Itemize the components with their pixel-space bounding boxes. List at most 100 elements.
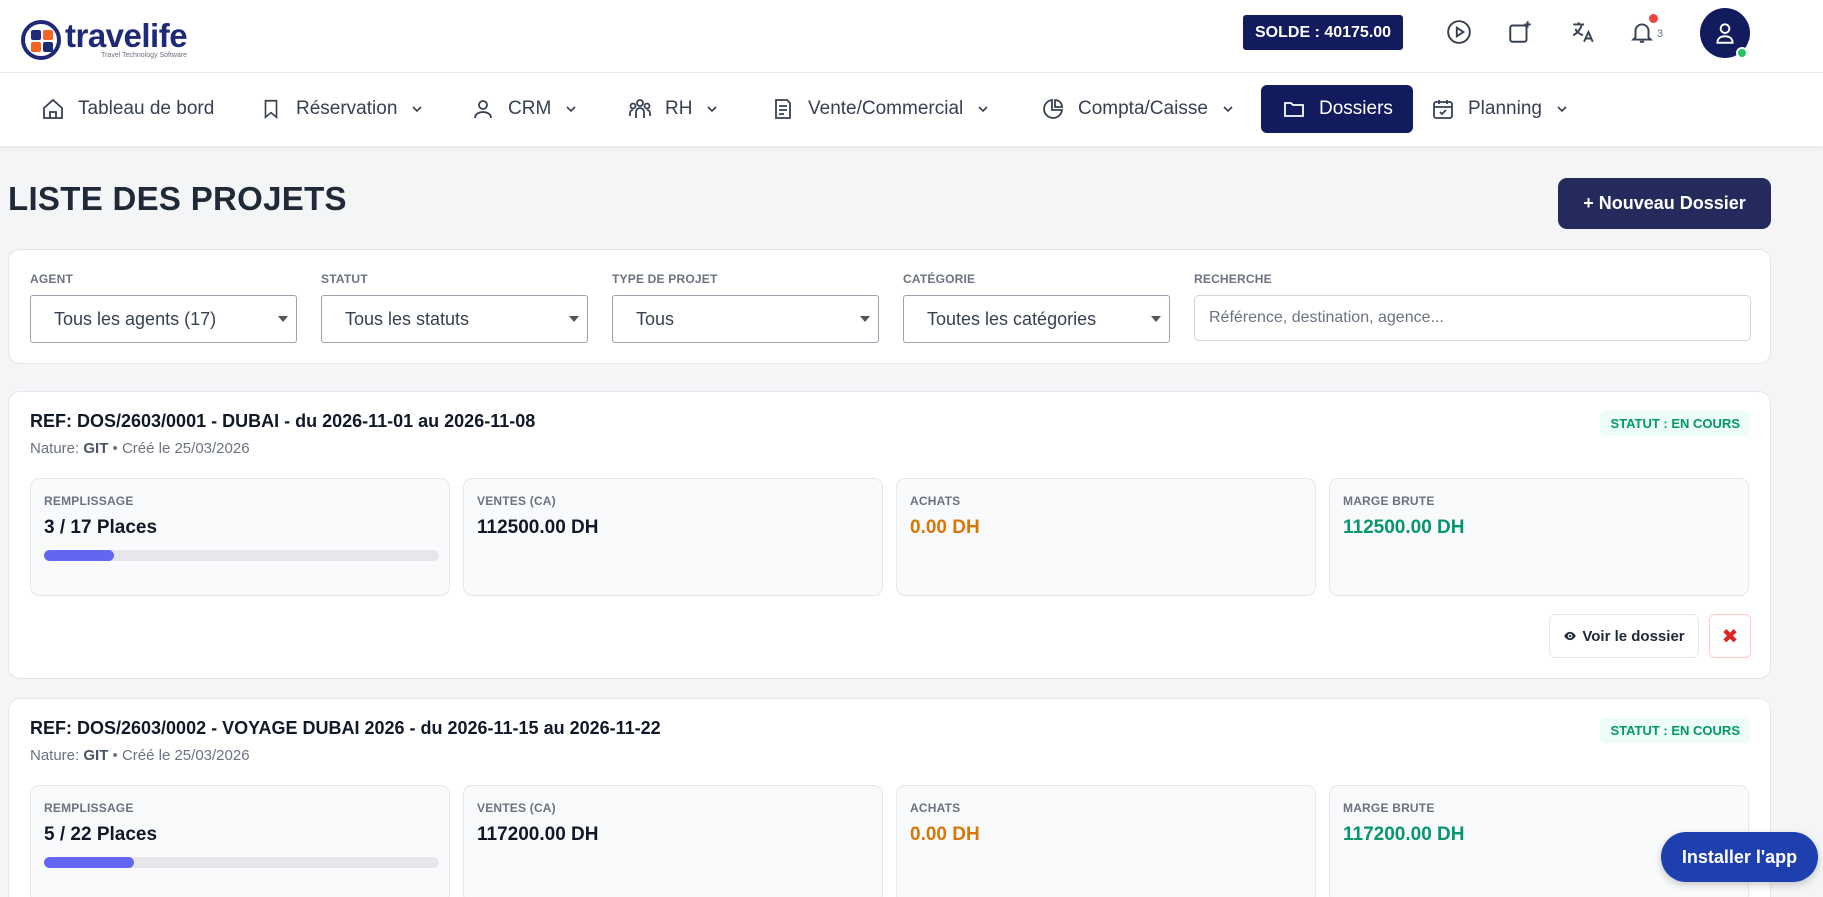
travelife-logo[interactable]: travelife Travel Technology Software bbox=[21, 17, 188, 60]
filter-statut: STATUT Tous les statuts bbox=[321, 272, 588, 343]
nav-label: Tableau de bord bbox=[78, 98, 215, 119]
nature-label: Nature: bbox=[30, 747, 84, 764]
nature-label: Nature: bbox=[30, 440, 84, 457]
chevron-down-icon bbox=[704, 101, 720, 117]
created-date: • Créé le 25/03/2026 bbox=[108, 747, 250, 764]
progress-fill bbox=[44, 550, 114, 561]
remplissage-value: 3 / 17 Places bbox=[44, 517, 158, 538]
nav-tableau-de-bord[interactable]: Tableau de bord bbox=[40, 85, 214, 133]
close-icon: ✖ bbox=[1721, 625, 1739, 648]
nav-label: Dossiers bbox=[1319, 98, 1393, 119]
agent-select[interactable]: Tous les agents (17) bbox=[30, 295, 297, 343]
solde-badge: SOLDE : 40175.00 bbox=[1243, 15, 1404, 50]
marge-card: MARGE BRUTE 112500.00 DH bbox=[1329, 478, 1749, 596]
project-title: REF: DOS/2603/0001 - DUBAI - du 2026-11-… bbox=[30, 411, 536, 431]
remplissage-progress bbox=[44, 550, 439, 561]
nav-compta-caisse[interactable]: Compta/Caisse bbox=[1040, 85, 1236, 133]
logo-mark-icon bbox=[21, 20, 61, 60]
view-dossier-label: Voir le dossier bbox=[1582, 627, 1685, 645]
delete-button[interactable]: ✖ bbox=[1709, 614, 1751, 658]
main-nav: Tableau de bord Réservation CRM RH Vente… bbox=[0, 73, 1823, 146]
marge-value: 117200.00 DH bbox=[1343, 824, 1465, 845]
filter-categorie-label: CATÉGORIE bbox=[903, 272, 976, 286]
filter-type: TYPE DE PROJET Tous bbox=[612, 272, 879, 343]
status-badge: STATUT : EN COURS bbox=[1600, 718, 1750, 743]
nav-rh[interactable]: RH bbox=[627, 85, 720, 133]
achats-label: ACHATS bbox=[910, 494, 961, 508]
ventes-label: VENTES (CA) bbox=[477, 494, 556, 508]
project-card: REF: DOS/2603/0001 - DUBAI - du 2026-11-… bbox=[8, 391, 1771, 679]
type-select[interactable]: Tous bbox=[612, 295, 879, 343]
view-dossier-button[interactable]: Voir le dossier bbox=[1549, 614, 1699, 658]
nav-vente-commercial[interactable]: Vente/Commercial bbox=[770, 85, 991, 133]
chevron-down-icon bbox=[975, 101, 991, 117]
chevron-down-icon bbox=[563, 101, 579, 117]
categorie-select-value: Toutes les catégories bbox=[927, 308, 1097, 329]
online-status-dot bbox=[1736, 47, 1748, 59]
user-icon bbox=[1716, 23, 1734, 44]
page-title: LISTE DES PROJETS bbox=[8, 180, 347, 217]
users-icon bbox=[627, 96, 653, 122]
eye-icon bbox=[1563, 629, 1577, 643]
dropdown-caret-icon bbox=[278, 316, 288, 322]
achats-value: 0.00 DH bbox=[910, 517, 980, 538]
user-icon bbox=[470, 96, 496, 122]
folder-icon bbox=[1281, 96, 1307, 122]
bookmark-icon bbox=[258, 96, 284, 122]
chevron-down-icon bbox=[1554, 101, 1570, 117]
remplissage-card: REMPLISSAGE 5 / 22 Places bbox=[30, 785, 450, 897]
nav-label: Vente/Commercial bbox=[808, 98, 964, 119]
nav-label: RH bbox=[665, 98, 693, 119]
project-title: REF: DOS/2603/0002 - VOYAGE DUBAI 2026 -… bbox=[30, 718, 661, 738]
logo-tagline: Travel Technology Software bbox=[101, 52, 188, 59]
new-window-icon[interactable] bbox=[1504, 16, 1536, 48]
remplissage-card: REMPLISSAGE 3 / 17 Places bbox=[30, 478, 450, 596]
project-meta: Nature: GIT • Créé le 25/03/2026 bbox=[30, 747, 250, 764]
marge-value: 112500.00 DH bbox=[1343, 517, 1465, 538]
pie-chart-icon bbox=[1040, 96, 1066, 122]
dropdown-caret-icon bbox=[1151, 316, 1161, 322]
calendar-icon bbox=[1430, 96, 1456, 122]
filter-statut-label: STATUT bbox=[321, 272, 368, 286]
notification-count: 3 bbox=[1657, 28, 1664, 40]
new-dossier-button[interactable]: + Nouveau Dossier bbox=[1558, 178, 1771, 229]
progress-fill bbox=[44, 857, 134, 868]
achats-value: 0.00 DH bbox=[910, 824, 980, 845]
statut-select[interactable]: Tous les statuts bbox=[321, 295, 588, 343]
translate-icon[interactable] bbox=[1567, 16, 1599, 48]
achats-card: ACHATS 0.00 DH bbox=[896, 478, 1316, 596]
nav-crm[interactable]: CRM bbox=[470, 85, 579, 133]
top-header: travelife Travel Technology Software SOL… bbox=[0, 0, 1823, 73]
marge-label: MARGE BRUTE bbox=[1343, 494, 1435, 508]
remplissage-label: REMPLISSAGE bbox=[44, 494, 134, 508]
ventes-card: VENTES (CA) 117200.00 DH bbox=[463, 785, 883, 897]
categorie-select[interactable]: Toutes les catégories bbox=[903, 295, 1170, 343]
nav-reservation[interactable]: Réservation bbox=[258, 85, 425, 133]
created-date: • Créé le 25/03/2026 bbox=[108, 440, 250, 457]
remplissage-progress bbox=[44, 857, 439, 868]
ventes-value: 112500.00 DH bbox=[477, 517, 599, 538]
notification-dot bbox=[1649, 14, 1658, 23]
nav-label: Compta/Caisse bbox=[1078, 98, 1208, 119]
filters-panel: AGENT Tous les agents (17) STATUT Tous l… bbox=[8, 249, 1771, 364]
home-icon bbox=[40, 96, 66, 122]
play-icon[interactable] bbox=[1443, 16, 1475, 48]
nav-planning[interactable]: Planning bbox=[1430, 85, 1570, 133]
filter-type-label: TYPE DE PROJET bbox=[612, 272, 718, 286]
type-select-value: Tous bbox=[636, 308, 675, 329]
search-input[interactable]: Référence, destination, agence... bbox=[1194, 295, 1751, 341]
filter-agent-label: AGENT bbox=[30, 272, 73, 286]
nav-dossiers[interactable]: Dossiers bbox=[1261, 85, 1413, 133]
install-app-button[interactable]: Installer l'app bbox=[1661, 832, 1818, 882]
filter-recherche: RECHERCHE Référence, destination, agence… bbox=[1194, 272, 1751, 341]
ventes-label: VENTES (CA) bbox=[477, 801, 556, 815]
dropdown-caret-icon bbox=[569, 316, 579, 322]
filter-categorie: CATÉGORIE Toutes les catégories bbox=[903, 272, 1170, 343]
agent-select-value: Tous les agents (17) bbox=[54, 308, 217, 329]
dropdown-caret-icon bbox=[860, 316, 870, 322]
nature-value: GIT bbox=[83, 747, 109, 764]
ventes-value: 117200.00 DH bbox=[477, 824, 599, 845]
logo-brand-text: travelife bbox=[65, 17, 188, 54]
filter-agent: AGENT Tous les agents (17) bbox=[30, 272, 297, 343]
project-meta: Nature: GIT • Créé le 25/03/2026 bbox=[30, 440, 250, 457]
